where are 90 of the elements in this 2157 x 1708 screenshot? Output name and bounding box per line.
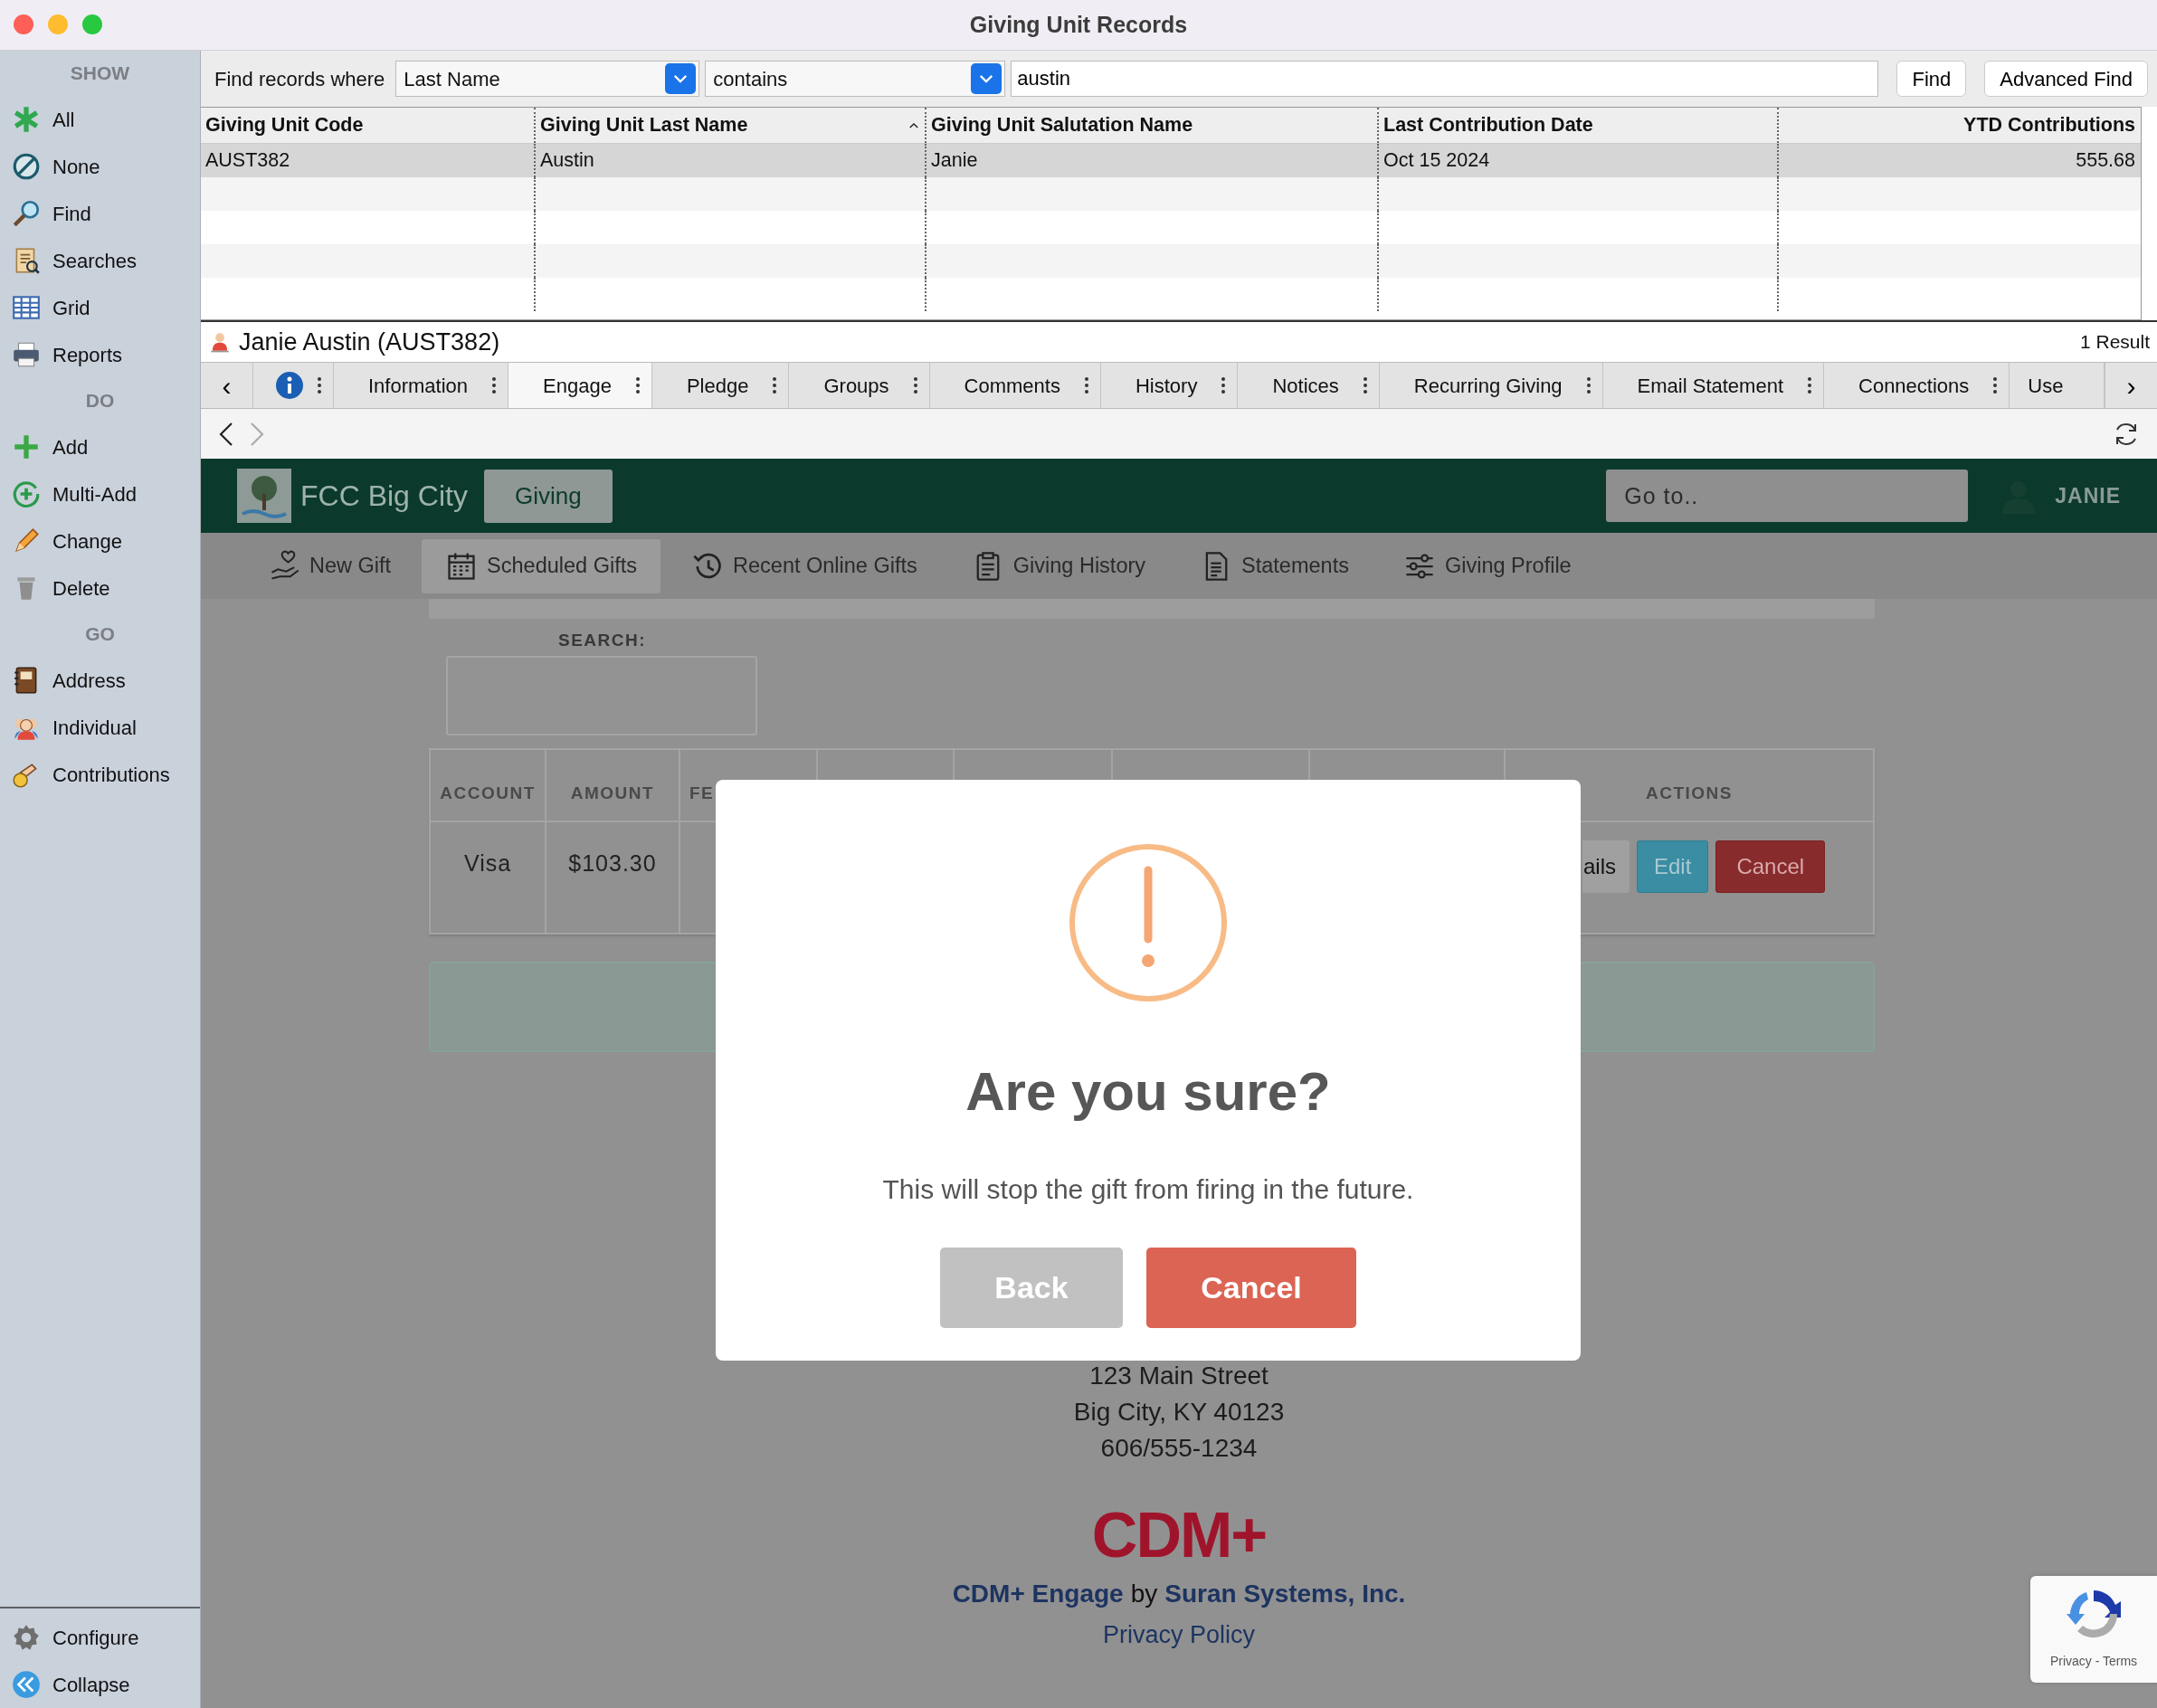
user-name: JANIE bbox=[2055, 482, 2121, 509]
sidebar-item[interactable]: Delete bbox=[0, 565, 200, 612]
search-field[interactable]: austin bbox=[1011, 61, 1879, 97]
sidebar-item[interactable]: Reports bbox=[0, 331, 200, 378]
dropdown[interactable]: Last Name bbox=[395, 61, 700, 97]
window-title: Giving Unit Records bbox=[969, 10, 1188, 39]
kebab-icon bbox=[317, 376, 322, 394]
table-cell: $103.30 bbox=[546, 821, 680, 933]
column-header: ACCOUNT bbox=[431, 749, 546, 821]
section-heading: SHOW bbox=[69, 62, 131, 85]
find-button[interactable]: Advanced Find bbox=[1984, 61, 2148, 97]
nav-link[interactable]: Recent Online Gifts bbox=[668, 538, 941, 593]
nav-link[interactable]: New Gift bbox=[244, 538, 415, 593]
column-header: AMOUNT bbox=[546, 749, 680, 821]
recaptcha-links[interactable]: Privacy - Terms bbox=[2049, 1652, 2138, 1671]
tab[interactable]: Email Statement bbox=[1602, 370, 1807, 401]
sidebar-item[interactable]: Multi-Add bbox=[0, 470, 200, 517]
nav-link[interactable]: Giving History bbox=[947, 538, 1170, 593]
nav-link[interactable]: Scheduled Gifts bbox=[422, 538, 660, 593]
details-button[interactable]: ails bbox=[1582, 840, 1630, 893]
result-count: 1 Result bbox=[2079, 330, 2150, 355]
find-label: Find records where bbox=[214, 66, 385, 92]
dialog-title: Are you sure? bbox=[965, 1060, 1331, 1124]
sidebar-item[interactable]: Add bbox=[0, 423, 200, 470]
sidebar-item[interactable]: Individual bbox=[0, 704, 200, 751]
tab[interactable]: History bbox=[1100, 370, 1221, 401]
warning-icon bbox=[1069, 843, 1228, 1002]
confirm-button[interactable]: Cancel bbox=[1146, 1248, 1356, 1328]
address-line: 606/555-1234 bbox=[1100, 1432, 1258, 1464]
search-icon bbox=[11, 198, 42, 229]
link[interactable]: Suran Systems, Inc. bbox=[1164, 1574, 1406, 1613]
sidebar-item[interactable]: Searches bbox=[0, 237, 200, 284]
tab[interactable]: Information bbox=[334, 370, 492, 401]
link[interactable]: CDM+ Engage bbox=[952, 1574, 1124, 1613]
tab[interactable]: Recurring Giving bbox=[1379, 370, 1586, 401]
sidebar-item[interactable]: Contributions bbox=[0, 751, 200, 798]
find-button[interactable]: Find bbox=[1896, 61, 1967, 97]
sidebar-item[interactable]: Address bbox=[0, 657, 200, 704]
kebab-icon bbox=[634, 376, 641, 394]
sidebar-item[interactable]: Grid bbox=[0, 284, 200, 331]
brand-logo: CDM+ bbox=[1091, 1502, 1267, 1568]
table-cell-text: 555.68 bbox=[2075, 148, 2136, 174]
kebab-icon bbox=[1585, 376, 1592, 394]
dropdown[interactable]: contains bbox=[705, 61, 1006, 97]
cancel-button[interactable]: Cancel bbox=[1715, 840, 1826, 893]
kebab-icon bbox=[1992, 376, 1999, 394]
tab[interactable]: Connections bbox=[1824, 370, 1993, 401]
tab[interactable]: Notices bbox=[1238, 370, 1363, 401]
kebab-icon bbox=[1221, 376, 1227, 394]
scroll-right-button[interactable]: › bbox=[2105, 363, 2157, 408]
privacy-link[interactable]: Privacy Policy bbox=[1102, 1616, 1255, 1653]
section-heading: DO bbox=[84, 389, 116, 413]
section-heading: GO bbox=[84, 622, 116, 646]
nav-link[interactable]: Giving Profile bbox=[1379, 538, 1595, 593]
table-cell: Visa bbox=[431, 821, 546, 933]
kebab-icon bbox=[1362, 376, 1368, 394]
sidebar-item[interactable]: None bbox=[0, 143, 200, 190]
goto-field[interactable]: Go to.. bbox=[1606, 470, 1969, 522]
column-header[interactable]: YTD Contributions bbox=[1779, 108, 2140, 143]
column-header: ACTIONS bbox=[1645, 783, 1734, 805]
tab[interactable]: Pledge bbox=[651, 370, 773, 401]
kebab-icon bbox=[912, 376, 918, 394]
record-name: Janie Austin (AUST382) bbox=[239, 327, 500, 357]
info-icon bbox=[275, 371, 304, 400]
kebab-icon bbox=[772, 376, 778, 394]
prohibited-icon bbox=[11, 151, 42, 182]
credit-text: by bbox=[1130, 1578, 1158, 1609]
circle-plus-icon bbox=[11, 479, 42, 509]
kebab-icon bbox=[491, 376, 498, 394]
window-controls-icon bbox=[13, 14, 103, 35]
kebab-icon bbox=[1083, 376, 1089, 394]
tab[interactable]: Groups bbox=[789, 370, 913, 401]
sidebar-item[interactable]: Configure bbox=[0, 1614, 200, 1661]
sidebar-item[interactable]: Change bbox=[0, 517, 200, 565]
org-name: FCC Big City bbox=[300, 479, 468, 514]
tab[interactable]: Use bbox=[2010, 370, 2064, 401]
kebab-icon bbox=[1807, 376, 1812, 394]
address-line: Big City, KY 40123 bbox=[1073, 1396, 1285, 1428]
double-chevron-icon bbox=[11, 1669, 42, 1700]
search-label: SEARCH: bbox=[558, 630, 648, 651]
nav-link[interactable]: Statements bbox=[1176, 538, 1373, 593]
tree-logo-icon bbox=[237, 469, 291, 523]
person-icon bbox=[208, 330, 232, 354]
sidebar-item[interactable]: Find bbox=[0, 190, 200, 237]
sidebar-item[interactable]: Collapse bbox=[0, 1661, 200, 1708]
dialog-message: This will stop the gift from firing in the future. bbox=[882, 1173, 1414, 1206]
giving-button[interactable]: Giving bbox=[483, 469, 613, 523]
sidebar-item[interactable]: All bbox=[0, 96, 200, 143]
address-line: 123 Main Street bbox=[1089, 1360, 1269, 1391]
tab[interactable]: Comments bbox=[929, 370, 1084, 401]
